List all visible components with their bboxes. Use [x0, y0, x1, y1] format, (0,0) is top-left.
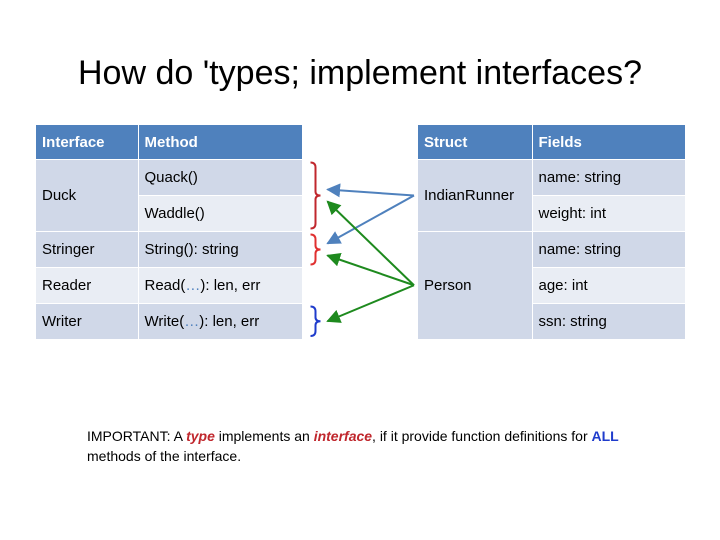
important-note: IMPORTANT: A type implements an interfac…: [87, 426, 647, 466]
arrow-person-to-duck: [326, 200, 415, 286]
note-emphasis-type: type: [186, 428, 215, 444]
note-emphasis-interface: interface: [313, 428, 373, 444]
arrows-group: [326, 183, 415, 323]
bracket-duck: [310, 161, 321, 230]
note-text-1: IMPORTANT: A: [87, 428, 187, 444]
bracket-stringer: [310, 233, 321, 266]
arrow-person-to-writer: [326, 284, 415, 323]
arrow-indianrunner-to-stringer: [326, 194, 415, 245]
note-text-2: implements an: [214, 428, 314, 444]
bracket-writer: [310, 305, 321, 337]
arrow-indianrunner-to-duck: [326, 183, 415, 198]
brackets-group: [310, 161, 321, 337]
note-text-4: methods of the interface.: [87, 448, 242, 464]
note-text-3: , if it provide function definitions for: [372, 428, 592, 444]
arrow-person-to-stringer: [326, 252, 415, 287]
note-emphasis-all: ALL: [591, 428, 619, 444]
